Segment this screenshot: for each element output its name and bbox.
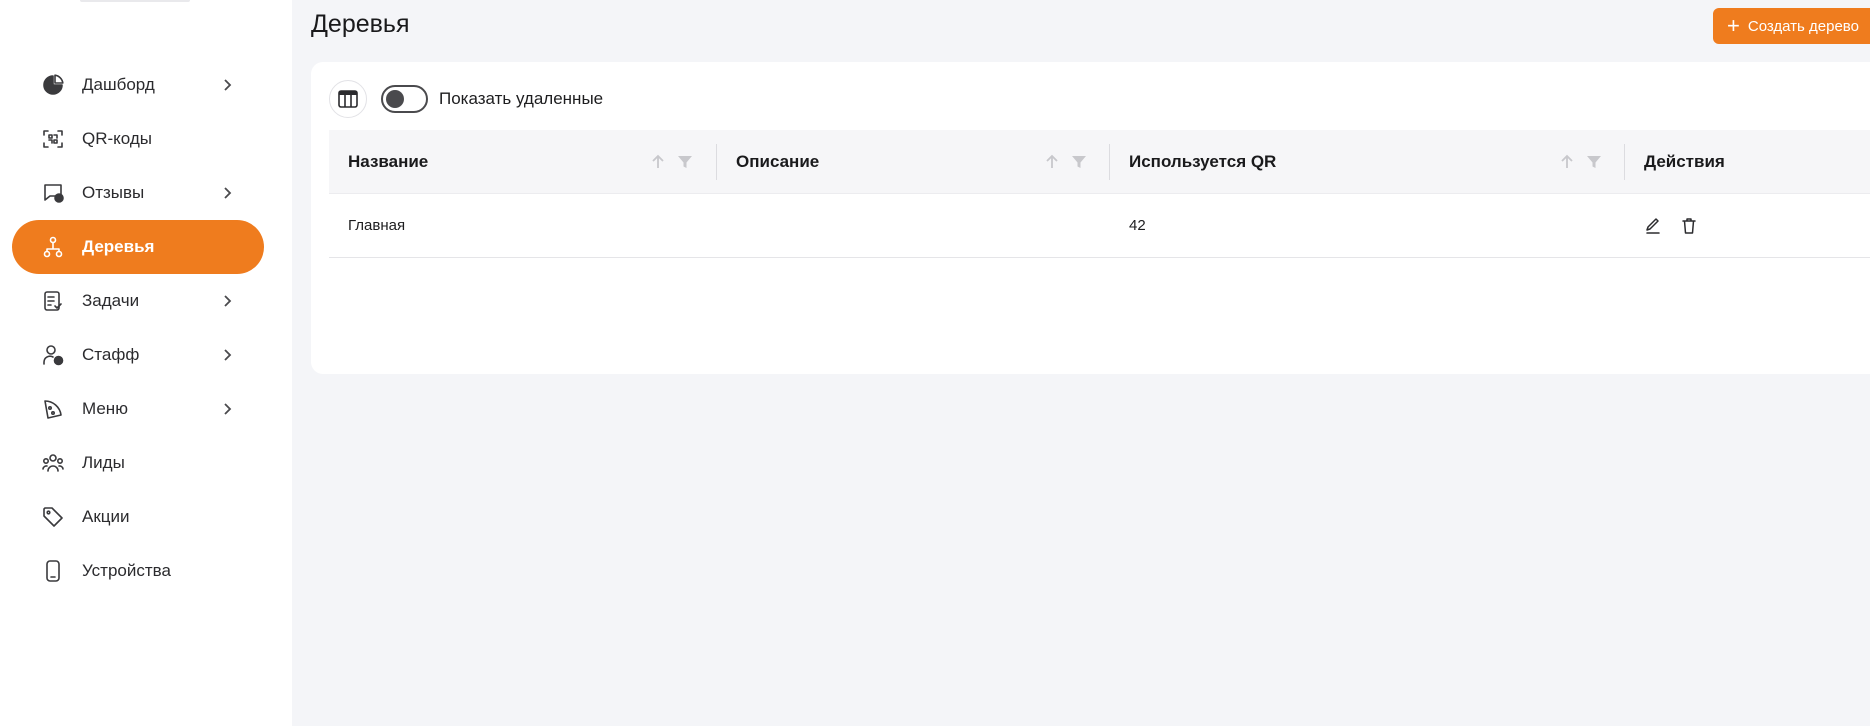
cell-description bbox=[717, 194, 1110, 258]
sidebar-item-leads[interactable]: Лиды bbox=[12, 436, 264, 490]
filter-icon[interactable] bbox=[676, 153, 694, 171]
leads-icon bbox=[40, 450, 66, 476]
sidebar-item-devices[interactable]: Устройства bbox=[12, 544, 264, 598]
sidebar-item-qr-codes[interactable]: QR-коды bbox=[12, 112, 264, 166]
filter-icon[interactable] bbox=[1070, 153, 1088, 171]
table-row[interactable]: Главная 42 bbox=[329, 194, 1870, 258]
columns-settings-button[interactable] bbox=[329, 80, 367, 118]
sidebar-item-label: Стафф bbox=[82, 345, 140, 364]
sidebar-item-label: Лиды bbox=[82, 453, 125, 472]
sidebar-item-label: Устройства bbox=[82, 561, 171, 580]
column-header-actions: Действия bbox=[1625, 130, 1870, 194]
reviews-icon bbox=[40, 180, 66, 206]
chevron-right-icon bbox=[220, 294, 234, 308]
sort-arrow-up-icon[interactable] bbox=[649, 153, 667, 171]
tasks-icon bbox=[40, 288, 66, 314]
cell-qr-used: 42 bbox=[1129, 217, 1146, 234]
sort-arrow-up-icon[interactable] bbox=[1043, 153, 1061, 171]
edit-button[interactable] bbox=[1644, 217, 1662, 235]
show-deleted-toggle[interactable] bbox=[381, 85, 428, 113]
sidebar-item-label: Задачи bbox=[82, 291, 140, 310]
sidebar-item-staff[interactable]: Стафф bbox=[12, 328, 264, 382]
cell-actions bbox=[1625, 194, 1870, 258]
sidebar: Дашборд QR-коды Отзывы Деревья Задачи Ст… bbox=[0, 0, 292, 726]
cell-name: Главная bbox=[348, 217, 406, 234]
sidebar-item-trees[interactable]: Деревья bbox=[12, 220, 264, 274]
toggle-knob bbox=[386, 90, 404, 108]
column-header-label: Используется QR bbox=[1129, 152, 1277, 171]
show-deleted-label: Показать удаленные bbox=[439, 89, 604, 108]
menu-icon bbox=[40, 396, 66, 422]
sidebar-item-tasks[interactable]: Задачи bbox=[12, 274, 264, 328]
chevron-right-icon bbox=[220, 402, 234, 416]
table-columns-icon bbox=[338, 90, 358, 108]
table-body: Главная 42 bbox=[329, 194, 1870, 258]
sidebar-item-reviews[interactable]: Отзывы bbox=[12, 166, 264, 220]
column-tools bbox=[1043, 153, 1088, 171]
table-header: Название Описание Используется QR Действ… bbox=[329, 130, 1870, 194]
column-tools bbox=[649, 153, 694, 171]
delete-button[interactable] bbox=[1680, 217, 1698, 235]
sidebar-item-promotions[interactable]: Акции bbox=[12, 490, 264, 544]
qr-scan-icon bbox=[40, 126, 66, 152]
sidebar-item-label: Отзывы bbox=[82, 183, 145, 202]
tag-icon bbox=[40, 504, 66, 530]
chevron-right-icon bbox=[220, 348, 234, 362]
trees-table: Название Описание Используется QR Действ… bbox=[329, 130, 1870, 258]
device-icon bbox=[40, 558, 66, 584]
sidebar-item-label: Деревья bbox=[82, 237, 155, 256]
chevron-right-icon bbox=[220, 78, 234, 92]
app-root: Дашборд QR-коды Отзывы Деревья Задачи Ст… bbox=[0, 0, 1870, 726]
column-tools bbox=[1558, 153, 1603, 171]
column-header-qr-used[interactable]: Используется QR bbox=[1110, 130, 1625, 194]
plus-icon: + bbox=[1727, 13, 1740, 38]
chevron-right-icon bbox=[220, 186, 234, 200]
tree-icon bbox=[40, 234, 66, 260]
page-title: Деревья bbox=[311, 10, 410, 38]
trees-card: Показать удаленные Название Описание Исп… bbox=[311, 62, 1870, 374]
sidebar-item-dashboard[interactable]: Дашборд bbox=[12, 58, 264, 112]
pencil-icon bbox=[1646, 217, 1660, 234]
column-header-description[interactable]: Описание bbox=[717, 130, 1110, 194]
sidebar-item-menu[interactable]: Меню bbox=[12, 382, 264, 436]
create-tree-button[interactable]: + Создать дерево bbox=[1713, 8, 1870, 44]
pie-chart-icon bbox=[40, 72, 66, 98]
logo bbox=[80, 0, 190, 2]
column-header-label: Действия bbox=[1644, 152, 1725, 171]
filter-icon[interactable] bbox=[1585, 153, 1603, 171]
sidebar-item-label: QR-коды bbox=[82, 129, 153, 148]
trash-icon bbox=[1682, 217, 1696, 234]
sidebar-nav: Дашборд QR-коды Отзывы Деревья Задачи Ст… bbox=[0, 58, 292, 598]
sidebar-item-label: Меню bbox=[82, 399, 128, 418]
create-tree-button-label: Создать дерево bbox=[1747, 17, 1859, 35]
row-actions bbox=[1644, 217, 1698, 235]
sort-arrow-up-icon[interactable] bbox=[1558, 153, 1576, 171]
sidebar-item-label: Дашборд bbox=[82, 75, 155, 94]
column-header-label: Название bbox=[348, 152, 429, 171]
table-toolbar: Показать удаленные bbox=[329, 80, 603, 118]
staff-icon bbox=[40, 342, 66, 368]
column-header-name[interactable]: Название bbox=[329, 130, 717, 194]
column-header-label: Описание bbox=[736, 152, 820, 171]
sidebar-item-label: Акции bbox=[82, 507, 130, 526]
